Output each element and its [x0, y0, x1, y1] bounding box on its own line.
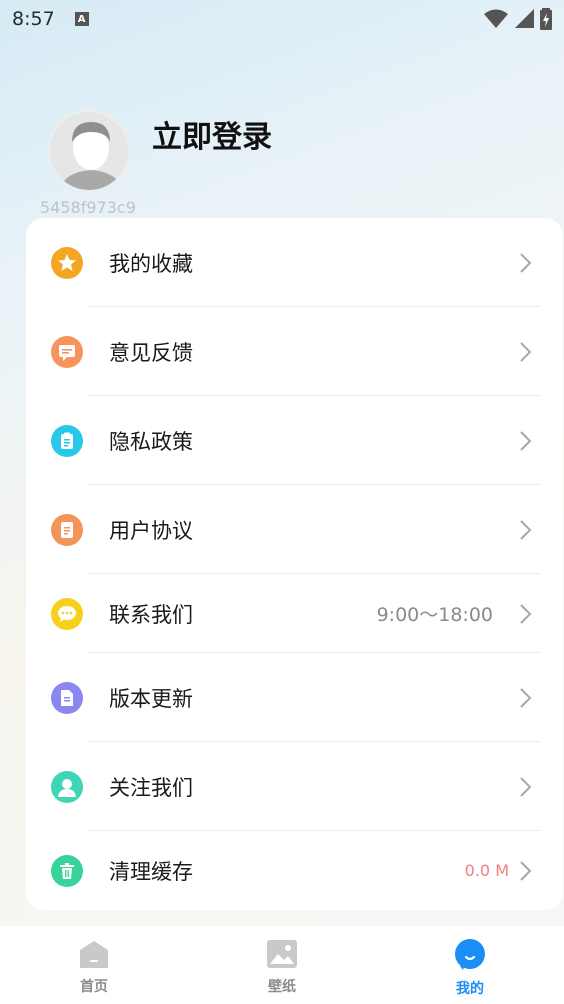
chevron-right-icon	[520, 341, 532, 362]
tab-wallpaper[interactable]: 壁纸	[188, 926, 376, 1004]
clipboard-icon	[51, 424, 83, 457]
login-button[interactable]: 立即登录	[152, 112, 272, 156]
chevron-right-icon	[520, 687, 532, 708]
home-icon	[80, 941, 108, 968]
cache-size: 0.0 M	[464, 861, 509, 880]
signal-icon	[515, 9, 534, 28]
tab-mine[interactable]: 我的	[376, 926, 564, 1004]
avatar[interactable]	[48, 110, 130, 192]
menu-item-label: 关注我们	[109, 775, 193, 800]
menu-item-label: 清理缓存	[109, 859, 193, 884]
tab-label: 壁纸	[268, 979, 296, 995]
feedback-icon	[51, 335, 83, 368]
menu-item-label: 隐私政策	[109, 429, 193, 454]
image-icon	[267, 940, 297, 968]
battery-icon	[540, 8, 552, 30]
star-icon	[51, 246, 83, 279]
profile-header: 立即登录 5458f973c9	[0, 100, 564, 220]
menu-card: 我的收藏 意见反馈 隐私政策 用户协议 联系我们 9:00～18:00 版本更新…	[26, 218, 563, 910]
default-avatar-icon	[50, 112, 128, 190]
user-id: 5458f973c9	[40, 198, 136, 217]
document-icon	[51, 513, 83, 546]
tab-label: 我的	[456, 981, 484, 997]
status-time: 8:57	[12, 8, 55, 30]
profile-icon	[455, 939, 485, 970]
menu-item-privacy-policy[interactable]: 隐私政策	[26, 396, 563, 485]
menu-item-label: 联系我们	[109, 602, 193, 627]
tab-home[interactable]: 首页	[0, 926, 188, 1004]
chevron-right-icon	[520, 860, 532, 881]
tab-label: 首页	[80, 979, 108, 995]
chevron-right-icon	[520, 252, 532, 273]
status-bar: 8:57 A	[0, 0, 564, 38]
menu-item-feedback[interactable]: 意见反馈	[26, 307, 563, 396]
menu-item-label: 版本更新	[109, 686, 193, 711]
trash-icon	[51, 854, 83, 887]
menu-item-follow-us[interactable]: 关注我们	[26, 742, 563, 831]
menu-item-version-update[interactable]: 版本更新	[26, 653, 563, 742]
menu-item-label: 意见反馈	[109, 340, 193, 365]
menu-item-label: 我的收藏	[109, 251, 193, 276]
menu-item-favorites[interactable]: 我的收藏	[26, 218, 563, 307]
chevron-right-icon	[520, 430, 532, 451]
file-icon	[51, 681, 83, 714]
chat-icon	[51, 597, 83, 630]
wifi-icon	[484, 9, 508, 28]
bottom-tab-bar: 首页 壁纸 我的	[0, 926, 564, 1004]
status-icons	[484, 8, 552, 30]
chevron-right-icon	[520, 776, 532, 797]
menu-item-contact-us[interactable]: 联系我们 9:00～18:00	[26, 574, 563, 653]
menu-item-user-agreement[interactable]: 用户协议	[26, 485, 563, 574]
chevron-right-icon	[520, 603, 532, 624]
menu-item-label: 用户协议	[109, 518, 193, 543]
app-notification-icon: A	[74, 12, 89, 26]
chevron-right-icon	[520, 519, 532, 540]
menu-item-clear-cache[interactable]: 清理缓存 0.0 M	[26, 831, 563, 910]
user-icon	[51, 770, 83, 803]
contact-hours: 9:00～18:00	[376, 604, 493, 626]
